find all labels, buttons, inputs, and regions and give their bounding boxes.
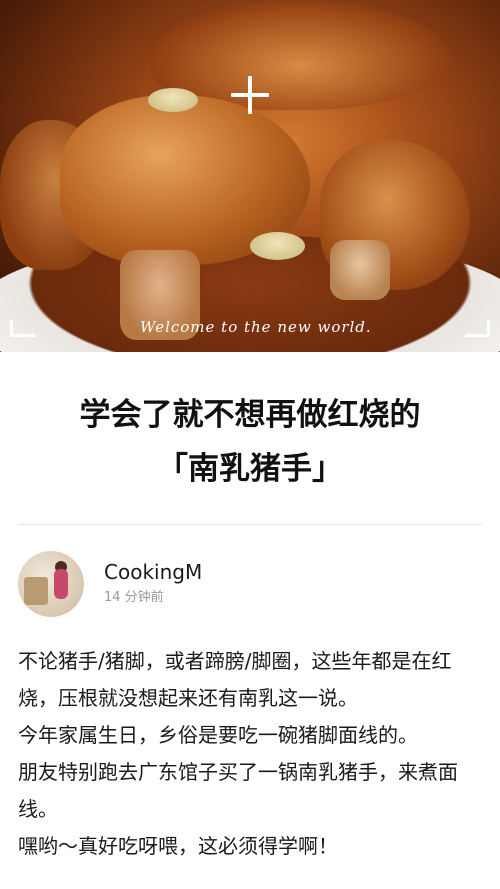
article-title-line-1: 学会了就不想再做红烧的 <box>79 397 421 433</box>
food-piece <box>330 240 390 300</box>
avatar[interactable] <box>18 551 84 617</box>
article-body: 不论猪手/猪脚，或者蹄膀/脚圈，这些年都是在红烧，压根就没想起来还有南乳这一说。… <box>0 643 500 865</box>
corner-bracket-left-icon <box>10 320 35 337</box>
avatar-detail <box>24 577 48 605</box>
divider <box>18 524 482 525</box>
plus-icon[interactable] <box>231 76 269 114</box>
hero-image: Welcome to the new world. <box>0 0 500 352</box>
avatar-detail <box>54 569 68 599</box>
paragraph: 今年家属生日，乡俗是要吃一碗猪脚面线的。 <box>18 723 418 747</box>
paragraph: 朋友特别跑去广东馆子买了一锅南乳猪手，来煮面线。 <box>18 760 458 821</box>
article-title: 学会了就不想再做红烧的 「南乳猪手」 <box>0 352 500 496</box>
paragraph: 嘿哟～真好吃呀喂，这必须得学啊！ <box>18 834 338 858</box>
peanut <box>148 88 198 112</box>
paragraph: 不论猪手/猪脚，或者蹄膀/脚圈，这些年都是在红烧，压根就没想起来还有南乳这一说。 <box>18 649 452 710</box>
post-time: 14 分钟前 <box>104 590 164 605</box>
hero-tagline: Welcome to the new world. <box>140 318 372 336</box>
peanut <box>250 232 305 260</box>
author-meta: CookingM 14 分钟前 <box>104 559 202 609</box>
author-name[interactable]: CookingM <box>104 559 202 585</box>
author-row[interactable]: CookingM 14 分钟前 <box>18 549 500 619</box>
corner-bracket-right-icon <box>465 320 490 337</box>
article-title-line-2: 「南乳猪手」 <box>157 451 343 487</box>
